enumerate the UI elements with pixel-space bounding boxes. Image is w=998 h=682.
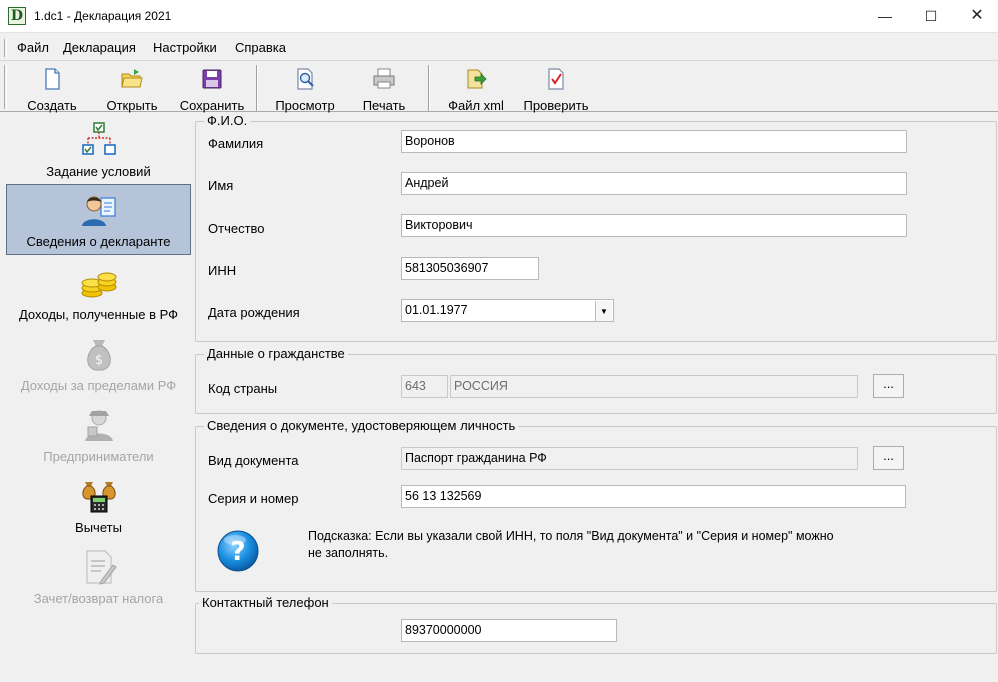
open-button[interactable]: Открыть [100,65,164,113]
sidebar-item-label: Вычеты [75,520,122,535]
citizenship-legend: Данные о гражданстве [204,346,348,361]
preview-icon [297,68,314,90]
inn-field[interactable]: 581305036907 [401,257,539,280]
sidebar-item-label: Доходы, полученные в РФ [18,307,179,322]
identity-doc-legend: Сведения о документе, удостоверяющем лич… [204,418,519,433]
series-number-field[interactable]: 56 13 132569 [401,485,906,508]
open-folder-icon [121,69,143,88]
money-bag-icon: $ [86,340,111,371]
person-card-icon [81,196,116,226]
sidebar-item-tax-refund[interactable]: Зачет/возврат налога [6,542,191,613]
menu-file[interactable]: Файл [17,40,49,55]
sidebar-item-deductions[interactable]: Вычеты [6,471,191,542]
sidebar-item-label: Задание условий [46,164,151,179]
printer-icon [373,68,395,89]
toolbar-grip [4,65,7,109]
help-question-glyph: ? [230,537,245,567]
sidebar-item-label: Зачет/возврат налога [33,591,164,606]
menu-bar: Файл Декларация Настройки Справка [0,37,998,59]
sidebar-item-declarant[interactable]: Сведения о декларанте [6,184,191,255]
name-field[interactable]: Андрей [401,172,907,195]
sidebar-item-conditions[interactable]: Задание условий [6,115,191,186]
country-code-field: 643 [401,375,448,398]
preview-button[interactable]: Просмотр [268,65,342,113]
sidebar-item-label: Предприниматели [43,449,154,464]
create-button[interactable]: Создать [20,65,84,113]
title-bar: D 1.dc1 - Декларация 2021 — ☐ ✕ [0,0,998,33]
print-label: Печать [362,98,406,113]
country-browse-button[interactable]: ... [873,374,904,398]
window-title: 1.dc1 - Декларация 2021 [34,9,172,23]
phone-field[interactable]: 89370000000 [401,619,617,642]
country-code-label: Код страны [208,381,278,396]
toolbar-separator [428,65,430,111]
check-label: Проверить [523,98,589,113]
birthdate-value: 01.01.1977 [405,303,468,317]
toolbar-separator [256,65,258,111]
doc-type-field: Паспорт гражданина РФ [401,447,858,470]
contact-legend: Контактный телефон [199,595,332,610]
deductions-icon [81,482,116,513]
save-button[interactable]: Сохранить [176,65,248,113]
birthdate-combo[interactable]: 01.01.1977 ▼ [401,299,614,322]
svg-text:$: $ [94,353,102,368]
surname-label: Фамилия [208,136,264,151]
doc-type-browse-button[interactable]: ... [873,446,904,470]
close-button[interactable]: ✕ [954,0,998,32]
toolbar: Создать Открыть Сохранить Просмотр Печат… [0,60,998,113]
inn-label: ИНН [208,263,237,278]
businessman-icon [84,410,113,441]
country-name-field: РОССИЯ [450,375,858,398]
create-label: Создать [27,98,77,113]
xml-export-icon [467,69,487,89]
sidebar: Задание условий Сведения о декларанте До… [0,113,193,682]
surname-field[interactable]: Воронов [401,130,907,153]
sidebar-item-entrepreneurs[interactable]: Предприниматели [6,400,191,471]
menu-help[interactable]: Справка [235,40,286,55]
menu-grip [4,39,7,57]
minimize-button[interactable]: — [862,0,908,32]
patronymic-label: Отчество [208,221,265,236]
series-number-label: Серия и номер [208,491,299,506]
hint-text-line-1: Подсказка: Если вы указали свой ИНН, то … [308,529,834,543]
doc-type-label: Вид документа [208,453,299,468]
check-document-icon [548,68,564,90]
app-logo-icon: D [8,7,26,25]
new-document-icon [45,68,60,90]
sidebar-item-income-rf[interactable]: Доходы, полученные в РФ [6,258,191,329]
sidebar-item-income-abroad[interactable]: $ Доходы за пределами РФ [6,329,191,400]
hint-text-line-2: не заполнять. [308,546,389,560]
save-label: Сохранить [179,98,245,113]
coins-icon [81,272,116,298]
sidebar-item-label: Доходы за пределами РФ [20,378,177,393]
patronymic-field[interactable]: Викторович [401,214,907,237]
open-label: Открыть [106,98,158,113]
name-label: Имя [208,178,234,193]
xml-file-button[interactable]: Файл xml [442,65,510,113]
menu-declaration[interactable]: Декларация [63,40,136,55]
conditions-tree-icon [81,122,116,155]
tax-refund-document-icon [86,550,117,585]
check-button[interactable]: Проверить [518,65,594,113]
preview-label: Просмотр [275,98,335,113]
menu-settings[interactable]: Настройки [153,40,217,55]
xml-file-label: Файл xml [448,98,504,113]
birthdate-label: Дата рождения [208,305,300,320]
fio-legend: Ф.И.О. [204,113,251,128]
help-question-icon: ? [217,530,259,572]
print-button[interactable]: Печать [354,65,414,113]
save-icon [202,69,222,89]
sidebar-item-label: Сведения о декларанте [26,234,171,249]
chevron-down-icon[interactable]: ▼ [595,301,612,321]
maximize-button[interactable]: ☐ [908,0,954,32]
